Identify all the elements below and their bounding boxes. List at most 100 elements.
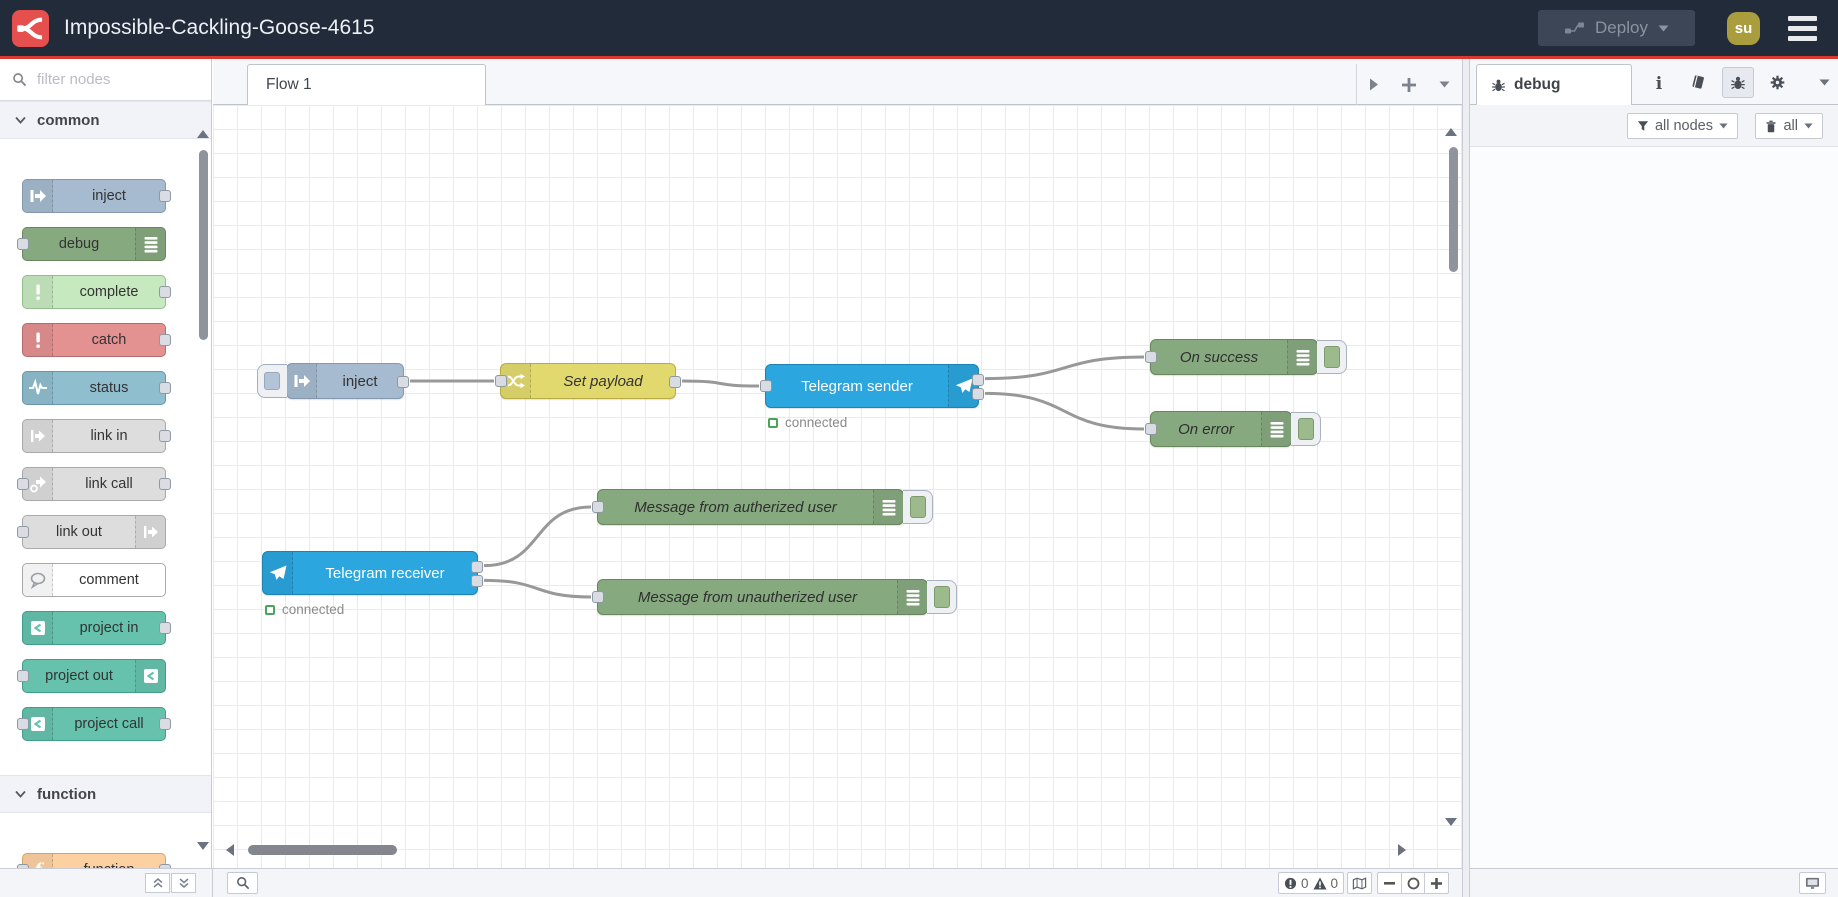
palette-node-inject[interactable]: inject xyxy=(22,179,171,213)
canvas-scroll-right-icon[interactable] xyxy=(1397,843,1407,857)
palette-filter-input[interactable] xyxy=(35,70,185,89)
flow-menu-caret-icon[interactable] xyxy=(1439,81,1450,88)
palette-node-complete[interactable]: complete xyxy=(22,275,171,309)
node-output-port[interactable] xyxy=(471,560,483,573)
flow-node-on-success[interactable]: On success xyxy=(1145,339,1347,375)
zoom-reset-button[interactable] xyxy=(1400,873,1425,893)
palette-scroll-up-icon[interactable] xyxy=(196,129,210,139)
node-input-port[interactable] xyxy=(17,864,29,868)
node-input-port[interactable] xyxy=(17,478,29,490)
canvas-scroll-up-icon[interactable] xyxy=(1444,127,1458,137)
wire[interactable] xyxy=(483,505,592,568)
node-input-port[interactable] xyxy=(17,526,29,538)
flow-canvas[interactable]: inject Set payload Telegram sender connect… xyxy=(213,105,1462,868)
palette-scrollbar-thumb[interactable] xyxy=(199,150,208,340)
inject-trigger-button[interactable] xyxy=(257,364,287,398)
navigator-button[interactable] xyxy=(1347,872,1372,894)
canvas-search-button[interactable] xyxy=(227,872,258,894)
canvas-hscrollbar-thumb[interactable] xyxy=(248,845,397,855)
tab-debug[interactable]: debug xyxy=(1476,64,1632,105)
node-output-port[interactable] xyxy=(397,376,409,388)
node-input-port[interactable] xyxy=(760,380,772,392)
node-output-port[interactable] xyxy=(159,190,171,202)
palette-node-link-call[interactable]: link call xyxy=(17,467,171,501)
canvas-vscrollbar-thumb[interactable] xyxy=(1449,147,1458,272)
zoom-out-button[interactable] xyxy=(1378,873,1401,893)
flow-status-counts[interactable]: 0 0 xyxy=(1278,872,1344,894)
deploy-button[interactable]: Deploy xyxy=(1538,10,1695,46)
wire[interactable] xyxy=(984,355,1145,381)
sidebar-info-button[interactable]: i xyxy=(1643,67,1675,98)
debug-toggle-button[interactable] xyxy=(903,490,933,524)
node-output-port[interactable] xyxy=(669,376,681,388)
node-input-port[interactable] xyxy=(592,591,604,603)
wire[interactable] xyxy=(984,391,1145,431)
palette-node-debug[interactable]: debug xyxy=(17,227,166,261)
tab-flow-1[interactable]: Flow 1 xyxy=(247,64,486,105)
flow-node-set-payload[interactable]: Set payload xyxy=(495,363,681,399)
palette-scroll-down-icon[interactable] xyxy=(196,841,210,851)
add-flow-icon[interactable] xyxy=(1401,77,1416,92)
node-output-port[interactable] xyxy=(159,430,171,442)
palette-category-function[interactable]: function xyxy=(0,775,211,813)
zoom-in-button[interactable] xyxy=(1424,873,1448,893)
palette-node-project-call[interactable]: project call xyxy=(17,707,171,741)
palette-node-catch[interactable]: catch xyxy=(22,323,171,357)
flow-list-open-icon[interactable] xyxy=(1369,78,1379,91)
palette-collapse-all-button[interactable] xyxy=(145,873,170,893)
node-output-port[interactable] xyxy=(471,575,483,588)
palette-category-common[interactable]: common xyxy=(0,101,211,139)
node-input-port[interactable] xyxy=(17,670,29,682)
node-input-port[interactable] xyxy=(495,375,507,387)
flow-node-inject[interactable]: inject xyxy=(257,363,409,399)
node-output-port[interactable] xyxy=(972,373,984,386)
flow-node-on-error[interactable]: On error xyxy=(1145,411,1321,447)
palette-expand-all-button[interactable] xyxy=(171,873,196,893)
flow-node-msg-unauth[interactable]: Message from unautherized user xyxy=(592,579,957,615)
canvas-scroll-down-icon[interactable] xyxy=(1444,817,1458,827)
debug-toggle-button[interactable] xyxy=(927,580,957,614)
node-input-port[interactable] xyxy=(1145,351,1157,363)
palette-node-link-in[interactable]: link in xyxy=(22,419,171,453)
node-output-port[interactable] xyxy=(159,382,171,394)
node-output-port[interactable] xyxy=(159,622,171,634)
node-input-port[interactable] xyxy=(1145,423,1157,435)
debug-clear-button[interactable]: all xyxy=(1755,113,1823,139)
node-input-port[interactable] xyxy=(592,501,604,513)
flow-node-telegram-receiver[interactable]: Telegram receiver connected xyxy=(262,551,483,617)
main-menu-button[interactable] xyxy=(1788,16,1817,41)
user-avatar[interactable]: su xyxy=(1727,12,1760,45)
sidebar-config-button[interactable] xyxy=(1761,67,1793,98)
sidebar-help-button[interactable] xyxy=(1682,67,1714,98)
debug-message-list[interactable] xyxy=(1470,147,1838,868)
palette-node-status[interactable]: status xyxy=(22,371,171,405)
debug-toggle-button[interactable] xyxy=(1317,340,1347,374)
sidebar-debug-button[interactable] xyxy=(1722,67,1754,98)
palette-node-label: project out xyxy=(45,668,113,684)
canvas-scroll-left-icon[interactable] xyxy=(225,843,235,857)
flow-node-msg-auth[interactable]: Message from autherized user xyxy=(592,489,933,525)
node-output-port[interactable] xyxy=(159,286,171,298)
node-input-port[interactable] xyxy=(17,718,29,730)
node-output-port[interactable] xyxy=(159,864,171,868)
node-output-port[interactable] xyxy=(972,388,984,401)
node-output-port[interactable] xyxy=(159,718,171,730)
sidebar-splitter[interactable] xyxy=(1462,59,1470,897)
flow-node-telegram-sender[interactable]: Telegram sender connected xyxy=(760,364,984,430)
node-input-port[interactable] xyxy=(17,238,29,250)
open-debug-window-button[interactable] xyxy=(1799,872,1826,894)
debug-filter-button[interactable]: all nodes xyxy=(1626,113,1738,139)
palette-search[interactable] xyxy=(0,59,211,101)
palette-node-comment[interactable]: comment xyxy=(22,563,166,597)
sidebar-menu-caret-icon[interactable] xyxy=(1819,79,1830,86)
wire[interactable] xyxy=(483,578,592,599)
node-output-port[interactable] xyxy=(159,334,171,346)
debug-toggle-button[interactable] xyxy=(1291,412,1321,446)
palette-node-project-out[interactable]: project out xyxy=(17,659,166,693)
palette-node-function[interactable]: f function xyxy=(17,853,171,868)
palette-node-link-out[interactable]: link out xyxy=(17,515,166,549)
node-output-port[interactable] xyxy=(159,478,171,490)
wire[interactable] xyxy=(681,379,760,388)
palette-node-project-in[interactable]: project in xyxy=(22,611,171,645)
deploy-options-caret-icon[interactable] xyxy=(1658,25,1669,32)
